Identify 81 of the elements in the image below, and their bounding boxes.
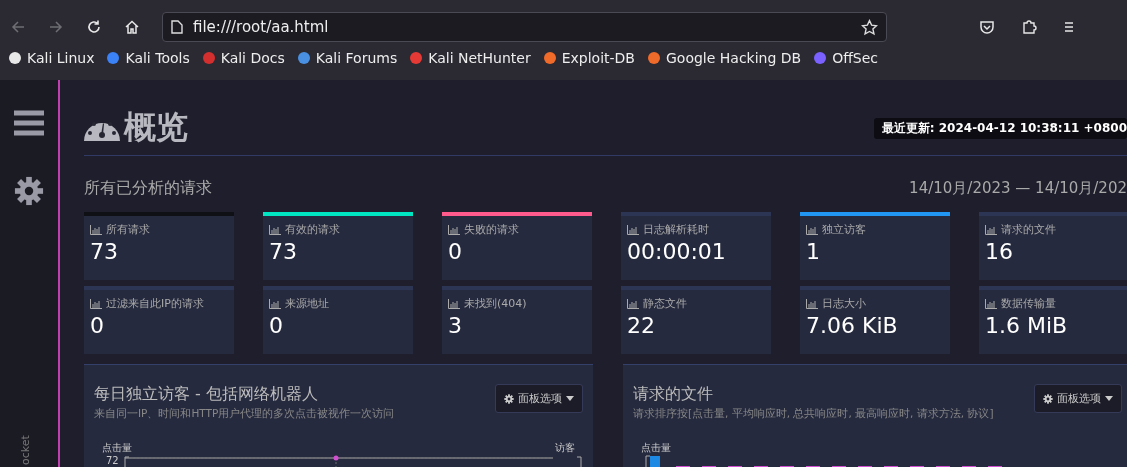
axis-title: 点击量 [102, 441, 132, 455]
stat-label: 日志解析耗时 [643, 222, 709, 237]
sidebar-label[interactable]: ocket [19, 435, 32, 465]
stat-value: 22 [627, 313, 656, 338]
stat-value: 0 [90, 313, 105, 338]
panel-subtitle: 来自同一IP、时间和HTTP用户代理的多次点击被视作一次访问 [94, 407, 395, 421]
home-icon[interactable] [124, 19, 140, 35]
bar-chart-icon [985, 298, 997, 309]
bar-chart-icon [806, 298, 818, 309]
bookmark-favicon-icon [813, 51, 828, 65]
bookmark-link[interactable]: Google Hacking DB [647, 50, 802, 66]
settings-icon [504, 393, 514, 404]
puzzle-icon[interactable] [1021, 19, 1037, 35]
bookmark-favicon-icon [106, 51, 121, 65]
bar-chart-icon [985, 224, 997, 235]
stat-label: 独立访客 [822, 222, 866, 237]
stat-label: 所有请求 [106, 222, 150, 237]
settings-icon[interactable] [14, 176, 44, 206]
pocket-icon[interactable] [979, 19, 995, 35]
stat-value: 1 [806, 239, 821, 264]
bar-chart-icon [269, 298, 281, 309]
caret-icon [1105, 396, 1113, 401]
stat-value: 0 [448, 239, 463, 264]
menu-icon[interactable] [1063, 19, 1073, 35]
panel-title: 请求的文件 [633, 384, 714, 405]
bookmark-favicon-icon [8, 51, 22, 65]
panel-options-button[interactable]: 面板选项 [1034, 384, 1122, 413]
bookmark-link[interactable]: Kali Docs [201, 50, 285, 66]
menu-icon[interactable] [14, 110, 44, 136]
bookmark-link[interactable]: Kali Forums [296, 50, 398, 66]
bookmark-link[interactable]: Kali Tools [106, 50, 190, 66]
panel-subtitle: 请求排序按[点击量, 平均响应时, 总共响应时, 最高响应时, 请求方法, 协议] [633, 407, 994, 421]
stat-value: 3 [448, 313, 463, 338]
bookmark-favicon-icon [647, 51, 661, 65]
bar-chart-icon [448, 224, 460, 235]
stat-label: 请求的文件 [1001, 222, 1056, 237]
stat-label: 过滤来自此IP的请求 [106, 296, 204, 311]
reload-icon[interactable] [86, 19, 102, 35]
stat-label: 有效的请求 [285, 222, 340, 237]
axis-title: 点击量 [641, 441, 671, 455]
panel-options-button[interactable]: 面板选项 [495, 384, 583, 413]
last-update-badge: 最近更新: 2024-04-12 10:38:11 +0800 [873, 117, 1127, 139]
bookmark-link[interactable]: Kali NetHunter [409, 50, 531, 66]
bar-chart-icon [806, 224, 818, 235]
stat-label: 数据传输量 [1001, 296, 1056, 311]
bar-chart-icon [90, 224, 102, 235]
bookmark-favicon-icon [296, 51, 311, 65]
stat-value: 73 [269, 239, 298, 264]
stat-label: 静态文件 [643, 296, 687, 311]
stat-label: 来源地址 [285, 296, 329, 311]
stat-value: 0 [269, 313, 284, 338]
file-icon [171, 20, 183, 34]
section-title: 所有已分析的请求 [84, 177, 212, 199]
bookmark-link[interactable]: OffSec [813, 50, 879, 66]
stat-value: 73 [90, 239, 119, 264]
date-range: 14/10月/2023 — 14/10月/202 [909, 178, 1127, 198]
stat-value: 1.6 MiB [985, 313, 1069, 338]
bar-chart-icon [627, 224, 639, 235]
address-bar[interactable]: file:///root/aa.html [162, 12, 887, 42]
settings-icon [1043, 393, 1053, 404]
bookmark-favicon-icon [201, 51, 216, 65]
bar-chart-icon [627, 298, 639, 309]
bar-chart-icon [269, 224, 281, 235]
stat-value: 00:00:01 [627, 239, 727, 264]
stat-label: 日志大小 [822, 296, 866, 311]
stat-label: 未找到(404) [464, 296, 527, 311]
panel-title: 每日独立访客 - 包括网络机器人 [94, 384, 319, 405]
page-title: 概览 [124, 107, 188, 148]
axis-title: 访客 [555, 441, 575, 455]
bookmark-link[interactable]: Exploit-DB [542, 50, 635, 66]
stat-label: 失败的请求 [464, 222, 519, 237]
stat-value: 7.06 KiB [806, 313, 899, 338]
bookmark-favicon-icon [409, 51, 424, 65]
bar-chart-icon [90, 298, 102, 309]
caret-icon [566, 396, 574, 401]
stat-value: 16 [985, 239, 1014, 264]
bookmark-link[interactable]: Kali Linux [8, 50, 95, 66]
bar-chart-icon [448, 298, 460, 309]
star-icon[interactable] [861, 18, 878, 36]
axis-tick: 72 [106, 455, 119, 466]
bookmark-favicon-icon [542, 51, 557, 65]
